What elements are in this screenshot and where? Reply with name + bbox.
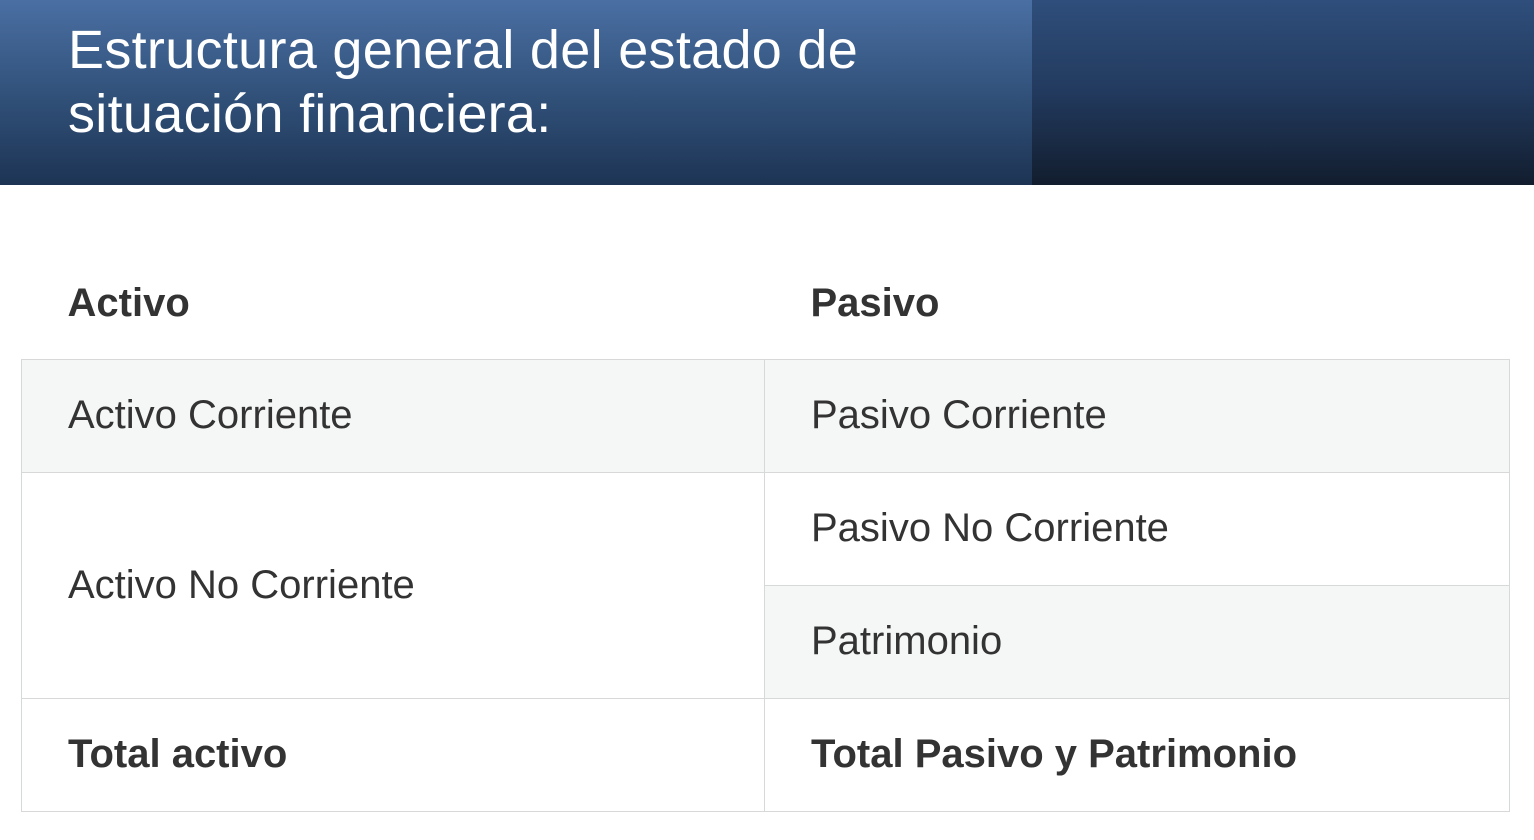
header-activo: Activo <box>21 248 765 359</box>
header-pasivo: Pasivo <box>764 248 1510 359</box>
header-right-panel <box>1032 0 1534 185</box>
slide-header: Estructura general del estado de situaci… <box>0 0 1534 185</box>
cell-total-activo: Total activo <box>21 697 765 812</box>
cell-activo-corriente: Activo Corriente <box>21 358 765 473</box>
balance-structure-table: Activo Pasivo Activo Corriente Pasivo Co… <box>21 248 1510 812</box>
cell-activo-no-corriente: Activo No Corriente <box>21 471 765 699</box>
cell-pasivo-corriente: Pasivo Corriente <box>764 358 1510 473</box>
table-row: Total activo Total Pasivo y Patrimonio <box>21 697 1510 812</box>
cell-pasivo-no-corriente: Pasivo No Corriente <box>764 471 1510 586</box>
slide-title-line-1: Estructura general del estado de <box>68 20 859 80</box>
table-row: Activo Corriente Pasivo Corriente <box>21 358 1510 473</box>
balance-structure-table-wrapper: Activo Pasivo Activo Corriente Pasivo Co… <box>21 248 1510 812</box>
cell-patrimonio: Patrimonio <box>764 584 1510 699</box>
cell-total-pasivo-patrimonio: Total Pasivo y Patrimonio <box>764 697 1510 812</box>
table-header-row: Activo Pasivo <box>21 248 1510 359</box>
table-row: Activo No Corriente Pasivo No Corriente <box>21 471 1510 699</box>
slide-title: Estructura general del estado de situaci… <box>68 18 1008 146</box>
slide-title-line-2: situación financiera: <box>68 84 552 144</box>
